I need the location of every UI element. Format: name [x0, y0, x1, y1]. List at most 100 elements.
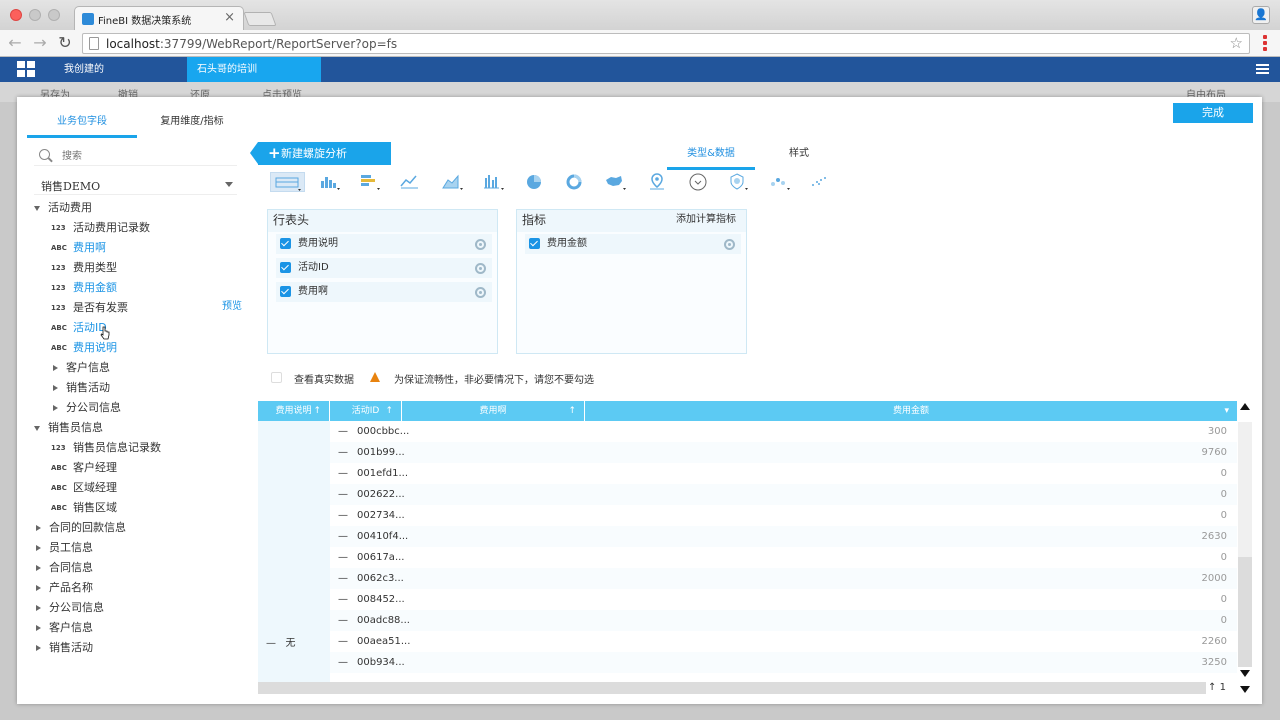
table-row[interactable]: —008452... 0: [330, 589, 1237, 610]
tree-field[interactable]: 123 销售员信息记录数: [51, 438, 161, 458]
gauge-icon[interactable]: [686, 172, 712, 192]
table-row[interactable]: —00b934... 3250: [330, 652, 1237, 673]
scatter-icon[interactable]: [767, 172, 793, 192]
metric-field-item[interactable]: 费用金额: [525, 234, 741, 254]
stacked-bar-icon[interactable]: [357, 172, 383, 192]
tree-group[interactable]: 销售活动: [36, 638, 93, 658]
column-header[interactable]: 费用金额 ▾: [585, 401, 1237, 421]
tree-group-salesperson[interactable]: 销售员信息: [34, 418, 103, 438]
add-calculated-metric-button[interactable]: 添加计算指标: [676, 210, 736, 230]
sort-arrow-icon[interactable]: ↑: [568, 401, 576, 421]
scroll-up-arrow-icon[interactable]: [1240, 403, 1250, 410]
page-down-arrow-icon[interactable]: [1240, 686, 1250, 693]
table-row[interactable]: —001b99... 9760: [330, 442, 1237, 463]
gear-icon[interactable]: [724, 239, 735, 250]
user-profile-icon[interactable]: 👤: [1252, 6, 1270, 24]
table-row[interactable]: —00aea51... 2260: [330, 631, 1237, 652]
gear-icon[interactable]: [475, 263, 486, 274]
table-row[interactable]: —0062c3... 2000: [330, 568, 1237, 589]
checkbox-checked-icon[interactable]: [280, 238, 291, 249]
tree-group[interactable]: 分公司信息: [36, 598, 104, 618]
hamburger-menu-icon[interactable]: [1256, 64, 1269, 75]
tree-field[interactable]: ABC 区域经理: [51, 478, 117, 498]
tree-field[interactable]: ABC 销售区域: [51, 498, 117, 518]
url-field[interactable]: localhost:37799/WebReport/ReportServer?o…: [82, 33, 1250, 54]
table-row[interactable]: —00617a... 0: [330, 547, 1237, 568]
row-field-item[interactable]: 费用说明: [276, 234, 492, 254]
tree-group[interactable]: 员工信息: [36, 538, 93, 558]
table-icon[interactable]: [270, 172, 305, 192]
shield-map-icon[interactable]: [725, 172, 751, 192]
reload-icon[interactable]: ↻: [56, 33, 74, 52]
tree-group[interactable]: 分公司信息: [53, 398, 121, 418]
app-grid-icon[interactable]: [17, 61, 35, 77]
tab-business-fields[interactable]: 业务包字段: [27, 110, 137, 138]
sort-arrow-icon[interactable]: ↑: [385, 401, 393, 421]
back-icon[interactable]: ←: [6, 33, 24, 52]
done-button[interactable]: 完成: [1173, 103, 1253, 123]
tree-group[interactable]: 产品名称: [36, 578, 93, 598]
metrics-well[interactable]: 指标 添加计算指标 费用金额: [516, 209, 747, 354]
zoom-window-button[interactable]: [48, 9, 60, 21]
gear-icon[interactable]: [475, 287, 486, 298]
line-chart-icon[interactable]: [398, 172, 424, 192]
table-row[interactable]: —001efd1... 0: [330, 463, 1237, 484]
tree-field[interactable]: ABC 活动ID: [51, 318, 107, 338]
tree-group[interactable]: 销售活动: [53, 378, 110, 398]
tab-style[interactable]: 样式: [755, 144, 843, 170]
tab-reuse-dimensions[interactable]: 复用维度/指标: [137, 110, 247, 138]
package-select[interactable]: 销售DEMO: [34, 175, 237, 195]
row-field-item[interactable]: 活动ID: [276, 258, 492, 278]
checkbox-checked-icon[interactable]: [280, 262, 291, 273]
tree-field[interactable]: 123 费用类型: [51, 258, 117, 278]
column-header[interactable]: 费用啊 ↑: [402, 401, 585, 421]
column-chart-icon[interactable]: [481, 172, 507, 192]
tree-field[interactable]: ABC 费用说明: [51, 338, 117, 358]
bookmark-star-icon[interactable]: ☆: [1230, 34, 1243, 52]
preview-link[interactable]: 预览: [222, 297, 242, 312]
new-tab-button[interactable]: [243, 12, 277, 26]
column-header[interactable]: 费用说明 ↑: [258, 401, 330, 421]
tree-group[interactable]: 客户信息: [36, 618, 93, 638]
tree-group[interactable]: 合同信息: [36, 558, 93, 578]
minimize-window-button[interactable]: [29, 9, 41, 21]
tree-field[interactable]: 123 是否有发票: [51, 298, 128, 318]
table-row[interactable]: —00adc88... 0: [330, 610, 1237, 631]
tab-close-icon[interactable]: ×: [224, 10, 235, 25]
area-chart-icon[interactable]: [440, 172, 466, 192]
new-spiral-analysis-button[interactable]: + 新建螺旋分析: [250, 142, 391, 165]
map-icon[interactable]: [603, 172, 629, 192]
pie-chart-icon[interactable]: [523, 172, 549, 192]
horizontal-scrollbar[interactable]: [258, 682, 1206, 694]
donut-chart-icon[interactable]: [562, 172, 588, 192]
pin-map-icon[interactable]: [645, 172, 671, 192]
tree-field[interactable]: 123 费用金额: [51, 278, 117, 298]
dot-chart-icon[interactable]: [807, 172, 833, 192]
tree-field[interactable]: ABC 费用啊: [51, 238, 106, 258]
checkbox-checked-icon[interactable]: [280, 286, 291, 297]
scrollbar-thumb[interactable]: [1238, 557, 1252, 667]
tree-field[interactable]: ABC 客户经理: [51, 458, 117, 478]
scroll-down-arrow-icon[interactable]: [1240, 670, 1250, 677]
tree-group-activity-cost[interactable]: 活动费用: [34, 198, 92, 218]
sort-arrow-icon[interactable]: ↑: [313, 401, 321, 421]
close-window-button[interactable]: [10, 9, 22, 21]
row-header-well[interactable]: 行表头 费用说明 活动ID 费用啊: [267, 209, 498, 354]
tab-my-created[interactable]: 我创建的: [52, 57, 187, 82]
table-row[interactable]: —00410f4... 2630: [330, 526, 1237, 547]
tree-field[interactable]: 123 活动费用记录数: [51, 218, 150, 238]
gear-icon[interactable]: [475, 239, 486, 250]
tree-group[interactable]: 合同的回款信息: [36, 518, 126, 538]
tab-type-data[interactable]: 类型&数据: [667, 144, 755, 170]
bar-chart-icon[interactable]: [317, 172, 343, 192]
search-input[interactable]: [62, 148, 227, 164]
forward-icon[interactable]: →: [31, 33, 49, 52]
real-data-checkbox[interactable]: [271, 372, 282, 383]
browser-tab[interactable]: FineBI 数据决策系统 ×: [74, 6, 244, 30]
tab-training[interactable]: 石头哥的培训: [187, 57, 321, 82]
column-header[interactable]: 活动ID ↑: [330, 401, 402, 421]
tree-group[interactable]: 客户信息: [53, 358, 110, 378]
table-row[interactable]: —002622... 0: [330, 484, 1237, 505]
table-row[interactable]: —000cbbc... 300: [330, 421, 1237, 442]
row-field-item[interactable]: 费用啊: [276, 282, 492, 302]
